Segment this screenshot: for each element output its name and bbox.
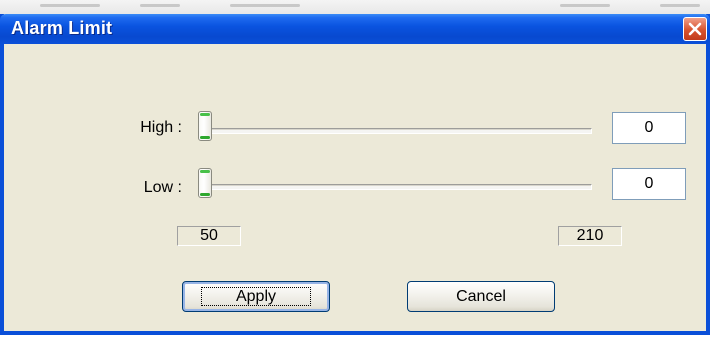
close-icon bbox=[688, 22, 702, 36]
cancel-button[interactable]: Cancel bbox=[407, 281, 555, 312]
high-value-field[interactable]: 0 bbox=[612, 112, 686, 144]
alarm-limit-dialog: Alarm Limit High : 0 Low : 0 50 210 Appl… bbox=[0, 14, 710, 335]
high-slider-thumb[interactable] bbox=[198, 111, 212, 141]
low-slider-track[interactable] bbox=[202, 184, 592, 190]
high-label: High : bbox=[140, 119, 182, 136]
dialog-title: Alarm Limit bbox=[11, 18, 113, 38]
title-bar[interactable]: Alarm Limit bbox=[0, 14, 710, 44]
low-slider-thumb[interactable] bbox=[198, 168, 212, 198]
apply-button[interactable]: Apply bbox=[182, 281, 330, 312]
dialog-body: High : 0 Low : 0 50 210 Apply Cancel bbox=[4, 44, 706, 331]
low-value-field[interactable]: 0 bbox=[612, 168, 686, 200]
low-label: Low : bbox=[143, 179, 182, 196]
apply-button-label: Apply bbox=[200, 287, 312, 306]
range-min-label: 50 bbox=[177, 226, 241, 246]
close-button[interactable] bbox=[683, 17, 707, 41]
high-slider-track[interactable] bbox=[202, 128, 592, 134]
range-max-label: 210 bbox=[558, 226, 622, 246]
background-window-strip bbox=[0, 0, 710, 14]
